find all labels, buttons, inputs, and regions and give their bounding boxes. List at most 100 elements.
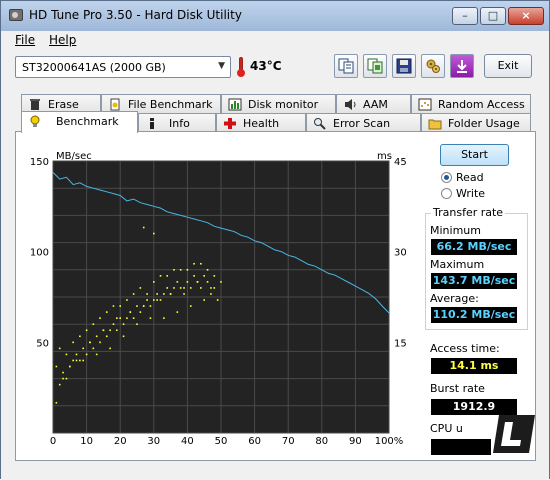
access-time-point — [92, 323, 95, 325]
access-time-point — [153, 232, 155, 235]
chart-x-tick-label: 20 — [114, 436, 127, 447]
maximum-value: 143.7 MB/sec — [431, 273, 517, 289]
chart-x-tick-label: 100% — [375, 436, 404, 447]
access-time-point — [116, 329, 118, 332]
access-time-point — [129, 311, 132, 313]
access-time-point — [206, 269, 209, 271]
app-window: HD Tune Pro 3.50 - Hard Disk Utility – □… — [0, 0, 550, 480]
access-time-point — [176, 311, 179, 313]
start-button[interactable]: Start — [440, 144, 509, 166]
access-time-point — [186, 269, 189, 271]
access-time-point — [89, 341, 91, 344]
access-time-point — [149, 317, 152, 319]
access-time-point — [136, 305, 138, 307]
access-time-point — [189, 287, 192, 289]
access-time-point — [109, 329, 111, 332]
chart-x-tick-label: 90 — [349, 436, 362, 447]
access-time-point — [82, 359, 85, 362]
average-label: Average: — [430, 292, 479, 305]
access-time-point — [169, 293, 172, 295]
access-time-point — [163, 317, 165, 319]
access-time-point — [72, 341, 74, 344]
access-time-point — [65, 377, 68, 380]
access-time-point — [55, 401, 58, 404]
access-time-value: 14.1 ms — [431, 358, 517, 374]
write-radio-label: Write — [456, 187, 486, 200]
access-time-point — [136, 323, 138, 325]
chart-x-tick-label: 70 — [282, 436, 295, 447]
access-time-point — [62, 377, 64, 380]
chart-x-tick-label: 60 — [248, 436, 261, 447]
access-time-point — [132, 317, 135, 319]
access-time-point — [139, 287, 142, 289]
minimum-value: 66.2 MB/sec — [431, 239, 517, 255]
write-radio[interactable] — [441, 188, 452, 199]
chart-x-tick-label: 80 — [315, 436, 328, 447]
access-time-point — [142, 305, 145, 307]
access-time-point — [176, 281, 179, 283]
chart-y-left-tick-label: 50 — [36, 338, 49, 349]
access-time-point — [85, 329, 88, 332]
access-time-point — [102, 329, 105, 332]
access-time-point — [85, 353, 88, 356]
cpu-usage-value — [431, 439, 491, 455]
access-time-label: Access time: — [430, 342, 500, 355]
tab-benchmark[interactable]: Benchmark — [21, 111, 138, 133]
access-time-point — [193, 262, 195, 265]
access-time-point — [139, 311, 142, 313]
access-time-point — [122, 323, 125, 325]
chart-x-tick-label: 0 — [50, 436, 56, 447]
access-time-point — [79, 335, 81, 338]
access-time-point — [146, 293, 148, 295]
access-time-point — [196, 281, 199, 283]
watermark-logo-icon — [493, 415, 535, 453]
access-time-point — [153, 281, 155, 283]
access-time-point — [163, 293, 165, 295]
access-time-point — [203, 299, 205, 301]
tab-benchmark-label: Benchmark — [56, 115, 119, 128]
cpu-usage-label: CPU u — [430, 422, 463, 435]
access-time-point — [112, 323, 115, 325]
average-value: 110.2 MB/sec — [431, 307, 517, 323]
access-time-point — [213, 275, 216, 277]
access-time-point — [79, 359, 81, 362]
access-time-point — [210, 287, 212, 289]
access-time-point — [132, 293, 135, 295]
access-time-point — [82, 347, 85, 350]
chart-y-left-tick-label: 150 — [30, 157, 49, 168]
access-time-point — [179, 269, 182, 271]
chart-x-tick-label: 50 — [215, 436, 228, 447]
access-time-point — [119, 305, 121, 307]
access-time-point — [220, 281, 222, 283]
access-time-point — [69, 365, 71, 368]
access-time-point — [116, 317, 118, 319]
transfer-rate-title: Transfer rate — [431, 206, 506, 219]
access-time-point — [99, 317, 101, 319]
access-time-point — [156, 299, 158, 301]
access-time-point — [153, 299, 155, 301]
access-time-point — [183, 293, 185, 295]
access-time-point — [200, 287, 202, 289]
access-time-point — [58, 383, 61, 386]
access-time-point — [173, 269, 175, 271]
access-time-point — [95, 353, 98, 356]
access-time-point — [146, 299, 148, 301]
benchmark-icon — [30, 115, 40, 127]
access-time-point — [216, 299, 219, 301]
chart-x-tick-label: 30 — [147, 436, 160, 447]
access-time-point — [75, 359, 78, 362]
access-time-point — [99, 341, 101, 344]
minimum-label: Minimum — [430, 224, 481, 237]
access-time-point — [166, 275, 169, 277]
read-radio[interactable] — [441, 172, 452, 183]
access-time-point — [105, 311, 108, 313]
access-time-point — [149, 305, 152, 307]
access-time-point — [186, 281, 189, 283]
access-time-point — [159, 299, 162, 301]
access-time-point — [189, 305, 192, 307]
chart-x-tick-label: 10 — [80, 436, 93, 447]
access-time-point — [75, 353, 78, 356]
access-time-point — [58, 347, 61, 350]
access-time-point — [183, 287, 185, 289]
access-time-point — [193, 275, 195, 277]
